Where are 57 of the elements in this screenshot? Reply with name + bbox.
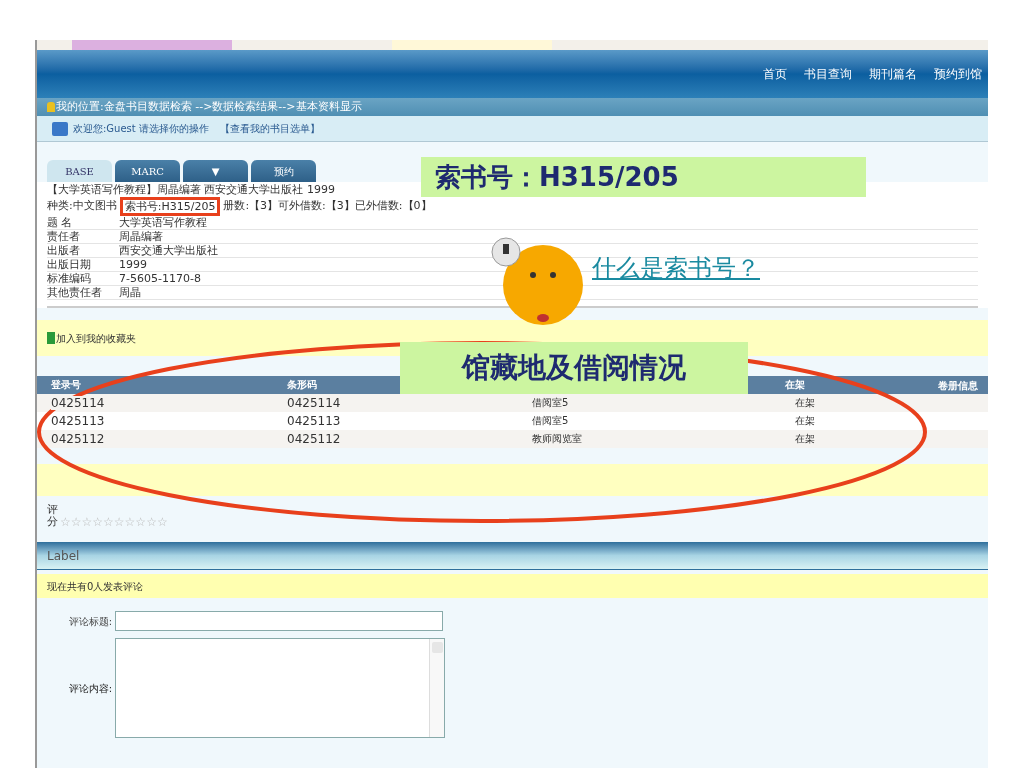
category-text: 种类:中文图书 bbox=[47, 198, 117, 215]
field-value: 周晶编著 bbox=[119, 230, 163, 243]
scrollbar[interactable] bbox=[429, 639, 444, 737]
what-is-call-number-link[interactable]: 什么是索书号？ bbox=[592, 250, 760, 286]
table-cell: 在架 bbox=[795, 414, 815, 426]
holdings-callout: 馆藏地及借阅情况 bbox=[400, 342, 748, 394]
field-label: 标准编码 bbox=[47, 272, 92, 285]
call-number-callout: 索书号：H315/205 bbox=[421, 157, 866, 197]
field-label: 评论标题: bbox=[67, 614, 112, 629]
field-value: 西安交通大学出版社 bbox=[119, 244, 218, 257]
copy-counts: 册数:【3】可外借数:【3】已外借数:【0】 bbox=[223, 198, 432, 215]
table-cell: 在架 bbox=[795, 396, 815, 408]
field-label: 其他责任者 bbox=[47, 286, 103, 299]
table-cell: 借阅室5 bbox=[532, 396, 569, 408]
column-header: 卷册信息 bbox=[938, 377, 978, 393]
call-number: 索书号:H315/205 bbox=[119, 197, 221, 216]
nav-link[interactable]: 期刊篇名 bbox=[869, 65, 917, 83]
comment-title-field[interactable] bbox=[115, 611, 443, 631]
tab[interactable]: MARC bbox=[115, 160, 180, 182]
tab[interactable]: ▼ bbox=[183, 160, 248, 182]
my-list-link[interactable]: 【查看我的书目选单】 bbox=[219, 121, 320, 136]
column-header: 在架 bbox=[785, 378, 805, 390]
rating-label: 评分 bbox=[47, 504, 58, 528]
field-label: 出版者 bbox=[47, 244, 81, 257]
field-value: 周晶 bbox=[119, 286, 141, 299]
nav-link[interactable]: 预约到馆 bbox=[934, 65, 982, 83]
tab[interactable]: 预约 bbox=[251, 160, 316, 182]
table-cell: 0425114 bbox=[51, 395, 105, 410]
field-value: 大学英语写作教程 bbox=[119, 216, 207, 229]
comment-content-field[interactable] bbox=[115, 638, 445, 738]
add-favorite-link[interactable]: 加入到我的收藏夹 bbox=[56, 330, 136, 346]
nav-link[interactable]: 书目查询 bbox=[804, 65, 852, 83]
column-header: 条形码 bbox=[287, 378, 317, 390]
table-cell: 教师阅览室 bbox=[532, 432, 582, 444]
field-value: 1999 bbox=[119, 258, 147, 271]
user-icon bbox=[52, 121, 68, 136]
table-cell: 0425112 bbox=[51, 431, 105, 446]
table-cell: 0425113 bbox=[51, 413, 105, 428]
table-cell: 在架 bbox=[795, 432, 815, 444]
table-cell: 借阅室5 bbox=[532, 414, 569, 426]
table-cell: 0425114 bbox=[287, 395, 341, 410]
comment-count: 现在共有0人发表评论 bbox=[37, 574, 988, 598]
field-value: 7-5605-1170-8 bbox=[119, 272, 201, 285]
book-summary: 【大学英语写作教程】周晶编著 西安交通大学出版社 1999 bbox=[47, 182, 335, 197]
label-bar: Label bbox=[37, 542, 988, 570]
field-label: 评论内容: bbox=[67, 681, 112, 696]
table-cell: 0425112 bbox=[287, 431, 341, 446]
tab[interactable]: BASE bbox=[47, 160, 112, 182]
table-cell: 0425113 bbox=[287, 413, 341, 428]
book-icon bbox=[47, 332, 55, 344]
column-header: 登录号 bbox=[51, 378, 81, 390]
field-label: 题 名 bbox=[47, 216, 74, 229]
welcome-text: 欢迎您:Guest 请选择你的操作 bbox=[73, 122, 209, 136]
field-label: 责任者 bbox=[47, 230, 81, 243]
field-label: 出版日期 bbox=[47, 258, 92, 271]
nav-link[interactable]: 首页 bbox=[763, 65, 787, 83]
breadcrumb: 我的位置:金盘书目数据检索 -->数据检索结果-->基本资料显示 bbox=[56, 98, 362, 115]
